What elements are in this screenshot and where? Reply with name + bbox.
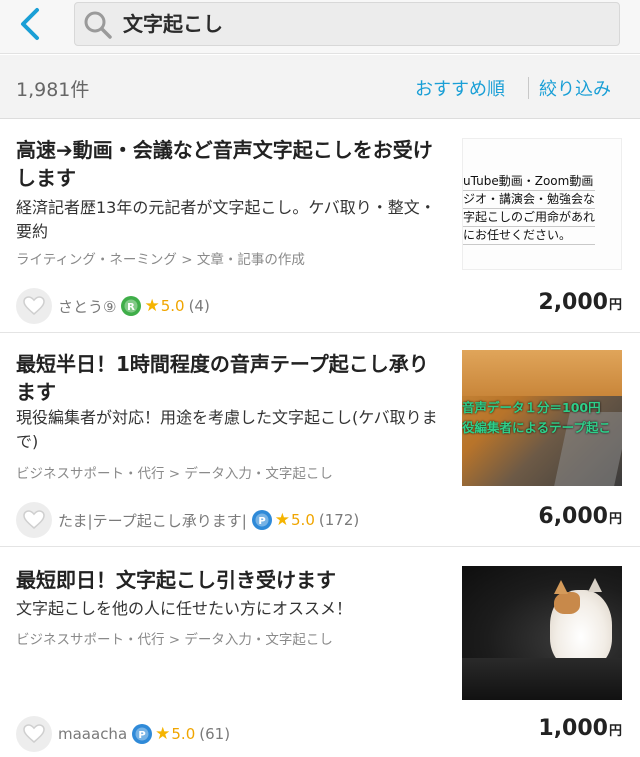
star-icon: ★ [274,510,291,530]
listing-meta: たま|テープ起こし承ります| P ★ 5.0 (172) [16,502,359,538]
listing-title[interactable]: 最短半日！1時間程度の音声テープ起こし承ります [16,350,448,406]
price-value: 1,000 [538,716,608,741]
heart-icon [23,510,45,529]
thumb-text: uTube動画・Zoom動画 [463,173,596,191]
review-count: (172) [318,511,360,529]
star-icon: ★ [144,296,160,316]
listing-meta: さとう⑨ R ★ 5.0 (4) [16,288,210,324]
listing-category[interactable]: ビジネスサポート・代行 > データ入力・文字起こし [16,628,456,648]
search-icon [84,11,112,39]
thumb-text: ジオ・講演会・勉強会な [463,191,596,209]
seller-name[interactable]: maaacha [58,725,127,743]
rating-value: 5.0 [160,297,185,315]
star-icon: ★ [155,724,171,744]
listing-title[interactable]: 高速➔動画・会議など音声文字起こしをお受けします [16,136,448,192]
divider [528,77,529,99]
rating-value: 5.0 [291,511,315,529]
review-count: (4) [188,297,210,315]
chevron-left-icon [21,8,39,40]
search-input[interactable]: 文字起こし [74,2,620,46]
currency-label: 円 [608,724,622,739]
seller-name[interactable]: たま|テープ起こし承ります| [58,510,247,531]
listing-description: 文字起こしを他の人に任せたい方にオススメ！ [16,599,353,618]
result-bar: 1,981件 おすすめ順 絞り込み [0,55,640,119]
price-value: 6,000 [538,504,608,529]
listing-title[interactable]: 最短即日！文字起こし引き受けます [16,566,448,594]
listing-description: 経済記者歴13年の元記者が文字起こし。ケバ取り・整文・要約 [16,198,436,241]
listing-price: 6,000円 [538,504,622,529]
listing-card[interactable]: 最短即日！文字起こし引き受けます 文字起こしを他の人に任せたい方にオススメ！ ビ… [0,548,640,757]
heart-icon [23,296,45,315]
svg-text:R: R [128,302,136,313]
thumb-text: 役編集者によるテープ起こ [462,420,611,435]
currency-label: 円 [608,512,622,527]
thumb-text: にお任せください。 [463,227,596,245]
listing-price: 2,000円 [538,290,622,315]
svg-text:P: P [258,516,265,527]
rating-value: 5.0 [171,725,196,743]
listing-description: 現役編集者が対応！用途を考慮した文字起こし(ケバ取りまで) [16,408,438,451]
listing-thumbnail[interactable] [462,566,622,700]
rank-badge-icon: R [121,296,142,316]
listing-card[interactable]: 高速➔動画・会議など音声文字起こしをお受けします 経済記者歴13年の元記者が文字… [0,120,640,333]
svg-text:P: P [138,730,145,741]
result-count: 1,981件 [16,79,90,101]
currency-label: 円 [608,298,622,313]
listing-thumbnail[interactable]: uTube動画・Zoom動画 ジオ・講演会・勉強会な 字起こしのご用命があれ に… [462,138,622,270]
review-count: (61) [199,725,231,743]
sort-button[interactable]: おすすめ順 [415,75,505,101]
listing-meta: maaacha P ★ 5.0 (61) [16,716,230,752]
listing-price: 1,000円 [538,716,622,741]
favorite-button[interactable] [16,716,52,752]
search-query: 文字起こし [123,12,223,36]
filter-button[interactable]: 絞り込み [539,75,611,101]
rank-badge-icon: P [251,510,272,530]
listing-category[interactable]: ライティング・ネーミング > 文章・記事の作成 [16,248,456,268]
listing-thumbnail[interactable]: 音声データ１分＝100円 役編集者によるテープ起こ [462,350,622,486]
listing-card[interactable]: 最短半日！1時間程度の音声テープ起こし承ります 現役編集者が対応！用途を考慮した… [0,334,640,547]
listing-category[interactable]: ビジネスサポート・代行 > データ入力・文字起こし [16,462,456,482]
thumb-text: 音声データ１分＝100円 [462,400,601,415]
price-value: 2,000 [538,290,608,315]
top-bar: 文字起こし [0,0,640,54]
back-button[interactable] [14,6,46,42]
thumb-text: 字起こしのご用命があれ [463,209,596,227]
favorite-button[interactable] [16,502,52,538]
heart-icon [23,724,45,743]
seller-name[interactable]: さとう⑨ [58,296,116,317]
rank-badge-icon: P [132,724,153,744]
favorite-button[interactable] [16,288,52,324]
